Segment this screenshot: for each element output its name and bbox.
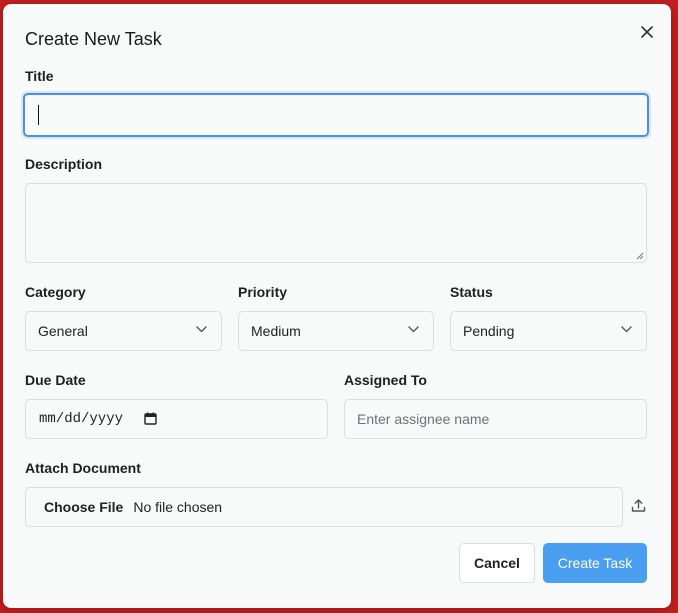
file-input[interactable]: Choose File No file chosen (25, 487, 623, 527)
resize-grip-icon[interactable] (635, 251, 644, 260)
status-selected-value: Pending (463, 323, 515, 339)
status-label: Status (450, 284, 493, 300)
create-task-dialog: Create New Task Title Description Catego… (3, 4, 671, 608)
cancel-button[interactable]: Cancel (459, 543, 535, 583)
title-label: Title (25, 68, 54, 84)
create-task-button[interactable]: Create Task (543, 543, 647, 583)
chevron-down-icon (408, 326, 419, 333)
priority-select[interactable]: Medium (238, 311, 434, 351)
description-textarea[interactable] (25, 183, 647, 263)
assigned-to-label: Assigned To (344, 372, 427, 388)
category-select[interactable]: General (25, 311, 222, 351)
status-select[interactable]: Pending (450, 311, 647, 351)
close-button[interactable] (635, 20, 659, 44)
priority-selected-value: Medium (251, 323, 301, 339)
category-label: Category (25, 284, 86, 300)
text-caret (38, 105, 39, 125)
title-input[interactable] (23, 93, 649, 137)
chevron-down-icon (621, 326, 632, 333)
category-selected-value: General (38, 323, 88, 339)
assignee-input[interactable] (344, 399, 647, 439)
due-date-value: mm/dd/yyyy (39, 411, 124, 427)
calendar-icon[interactable] (144, 412, 157, 425)
due-date-label: Due Date (25, 372, 86, 388)
due-date-input[interactable]: mm/dd/yyyy (25, 399, 328, 439)
file-status-text: No file chosen (133, 499, 223, 515)
close-icon (641, 26, 653, 38)
description-label: Description (25, 156, 103, 172)
dialog-title: Create New Task (25, 29, 162, 49)
attach-document-label: Attach Document (25, 460, 141, 476)
priority-label: Priority (238, 284, 288, 300)
chevron-down-icon (196, 326, 207, 333)
choose-file-button[interactable]: Choose File (44, 499, 123, 515)
upload-icon[interactable] (631, 498, 646, 513)
